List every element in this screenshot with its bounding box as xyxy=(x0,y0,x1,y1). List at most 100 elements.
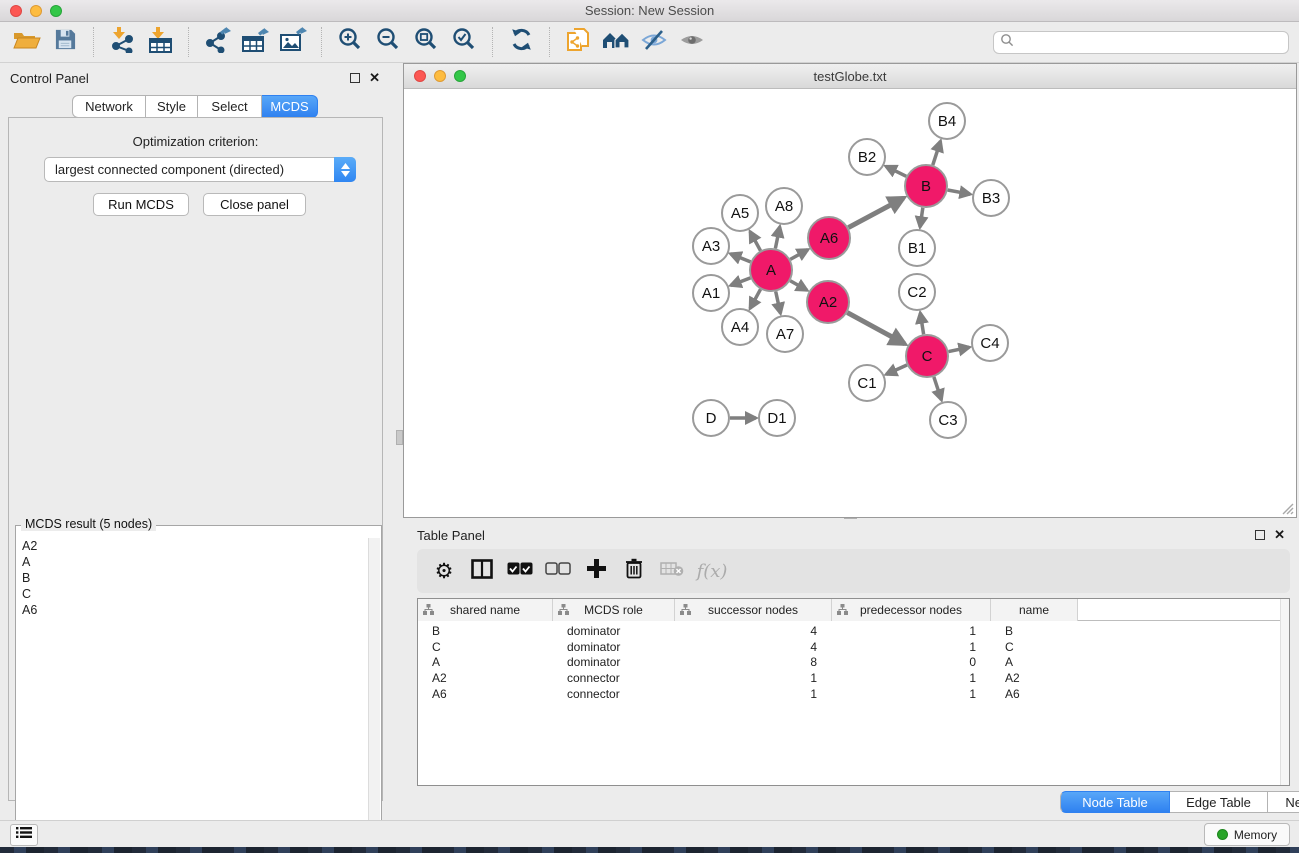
result-list-scrollbar[interactable] xyxy=(368,538,380,853)
node-B4[interactable]: B4 xyxy=(929,103,965,139)
delete-column-button[interactable] xyxy=(615,553,653,589)
add-column-button[interactable] xyxy=(577,553,615,589)
result-item[interactable]: B xyxy=(18,570,367,586)
resize-grip-icon[interactable] xyxy=(1280,501,1294,515)
node-C2[interactable]: C2 xyxy=(899,274,935,310)
table-cell[interactable]: 4 xyxy=(675,624,832,640)
hide-selected-button[interactable] xyxy=(635,25,673,59)
delete-table-button[interactable] xyxy=(653,553,691,589)
table-cell[interactable]: 1 xyxy=(832,687,991,703)
task-history-button[interactable] xyxy=(10,824,38,846)
node-A7[interactable]: A7 xyxy=(767,316,803,352)
node-C4[interactable]: C4 xyxy=(972,325,1008,361)
table-cell[interactable]: A6 xyxy=(418,687,553,703)
node-B2[interactable]: B2 xyxy=(849,139,885,175)
memory-button[interactable]: Memory xyxy=(1204,823,1290,846)
node-A4[interactable]: A4 xyxy=(722,309,758,345)
table-row[interactable]: A2connector11A2 xyxy=(418,671,1289,687)
edge-A2-C[interactable] xyxy=(847,313,904,344)
node-C[interactable]: C xyxy=(906,335,948,377)
edge-A-A8[interactable] xyxy=(775,227,779,249)
export-network-button[interactable] xyxy=(198,25,236,59)
column-header-shared-name[interactable]: shared name xyxy=(418,599,553,621)
table-cell[interactable]: A6 xyxy=(991,687,1078,703)
export-table-button[interactable] xyxy=(236,25,274,59)
table-cell[interactable]: 1 xyxy=(832,671,991,687)
edge-A6-B[interactable] xyxy=(848,198,903,228)
table-row[interactable]: Cdominator41C xyxy=(418,640,1289,656)
table-cell[interactable]: 1 xyxy=(832,640,991,656)
table-cell[interactable]: A2 xyxy=(418,671,553,687)
table-cell[interactable]: dominator xyxy=(553,655,675,671)
edge-A-A3[interactable] xyxy=(731,254,751,262)
edge-A-A1[interactable] xyxy=(731,278,751,286)
result-item[interactable]: C xyxy=(18,586,367,602)
edge-A-A5[interactable] xyxy=(750,232,760,251)
tab-mcds[interactable]: MCDS xyxy=(262,95,318,118)
network-zoom-button[interactable] xyxy=(454,70,466,82)
import-table-button[interactable] xyxy=(141,25,179,59)
tab-select[interactable]: Select xyxy=(198,95,262,118)
table-cell[interactable]: connector xyxy=(553,687,675,703)
table-scrollbar[interactable] xyxy=(1280,599,1289,785)
edge-B-B1[interactable] xyxy=(920,208,923,227)
save-session-button[interactable] xyxy=(46,25,84,59)
zoom-selected-button[interactable] xyxy=(445,25,483,59)
edge-B-B4[interactable] xyxy=(933,141,941,165)
minimize-window-button[interactable] xyxy=(30,5,42,17)
refresh-view-button[interactable] xyxy=(502,25,540,59)
result-item[interactable]: A xyxy=(18,554,367,570)
first-neighbors-button[interactable] xyxy=(597,25,635,59)
column-header-predecessor-nodes[interactable]: predecessor nodes xyxy=(832,599,991,621)
table-cell[interactable]: 8 xyxy=(675,655,832,671)
table-cell[interactable]: 1 xyxy=(675,687,832,703)
export-image-button[interactable] xyxy=(274,25,312,59)
node-A3[interactable]: A3 xyxy=(693,228,729,264)
node-D[interactable]: D xyxy=(693,400,729,436)
node-B1[interactable]: B1 xyxy=(899,230,935,266)
tab-node-table[interactable]: Node Table xyxy=(1060,791,1170,813)
split-view-button[interactable] xyxy=(463,553,501,589)
close-window-button[interactable] xyxy=(10,5,22,17)
import-network-button[interactable] xyxy=(103,25,141,59)
function-builder-button[interactable]: f(x) xyxy=(691,553,729,589)
table-cell[interactable]: C xyxy=(418,640,553,656)
table-cell[interactable]: 0 xyxy=(832,655,991,671)
show-all-button[interactable] xyxy=(673,25,711,59)
edge-C-C2[interactable] xyxy=(920,313,923,334)
table-row[interactable]: A6connector11A6 xyxy=(418,687,1289,703)
edge-A-A7[interactable] xyxy=(776,291,781,313)
criterion-dropdown[interactable]: largest connected component (directed) xyxy=(44,157,356,182)
node-A5[interactable]: A5 xyxy=(722,195,758,231)
tab-edge-table[interactable]: Edge Table xyxy=(1170,791,1268,813)
network-minimize-button[interactable] xyxy=(434,70,446,82)
node-B[interactable]: B xyxy=(905,165,947,207)
zoom-out-button[interactable] xyxy=(369,25,407,59)
table-cell[interactable]: 1 xyxy=(832,624,991,640)
table-cell[interactable]: C xyxy=(991,640,1078,656)
edge-C-C4[interactable] xyxy=(949,347,970,351)
table-settings-button[interactable]: ⚙ xyxy=(425,553,463,589)
column-header-name[interactable]: name xyxy=(991,599,1078,621)
result-item[interactable]: A6 xyxy=(18,602,367,618)
table-cell[interactable]: B xyxy=(991,624,1078,640)
column-header-successor-nodes[interactable]: successor nodes xyxy=(675,599,832,621)
table-cell[interactable]: A2 xyxy=(991,671,1078,687)
float-panel-icon[interactable] xyxy=(1255,530,1265,540)
open-file-button[interactable] xyxy=(8,25,46,59)
select-all-button[interactable] xyxy=(501,553,539,589)
run-mcds-button[interactable]: Run MCDS xyxy=(93,193,189,216)
table-cell[interactable]: A xyxy=(991,655,1078,671)
tab-network-table[interactable]: Network Table xyxy=(1268,791,1299,813)
table-cell[interactable]: dominator xyxy=(553,640,675,656)
node-C1[interactable]: C1 xyxy=(849,365,885,401)
edge-C-C3[interactable] xyxy=(934,377,942,400)
table-cell[interactable]: dominator xyxy=(553,624,675,640)
edge-A-A6[interactable] xyxy=(790,250,808,260)
close-panel-icon[interactable]: ✕ xyxy=(1274,530,1285,540)
table-cell[interactable]: connector xyxy=(553,671,675,687)
node-A8[interactable]: A8 xyxy=(766,188,802,224)
node-B3[interactable]: B3 xyxy=(973,180,1009,216)
node-C3[interactable]: C3 xyxy=(930,402,966,438)
node-A[interactable]: A xyxy=(750,249,792,291)
